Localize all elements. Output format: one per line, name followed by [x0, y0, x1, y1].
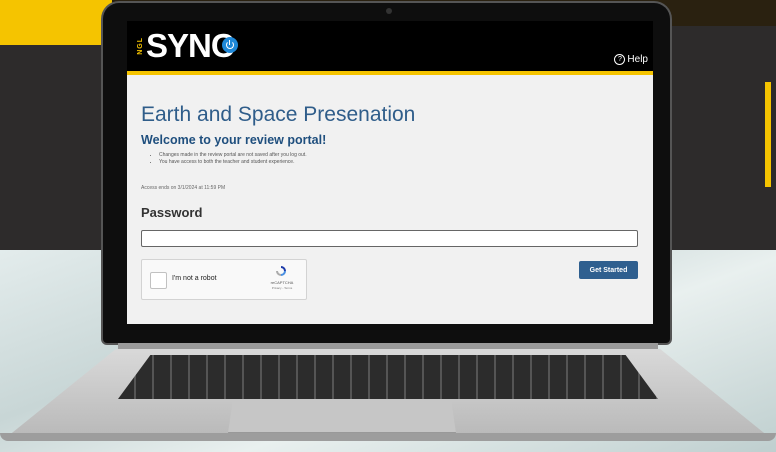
logo-prefix: NGL	[137, 37, 144, 55]
page-title: Earth and Space Presenation	[141, 103, 416, 126]
power-icon	[221, 36, 238, 53]
recaptcha-widget: I'm not a robot reCAPTCHA Privacy - Term…	[141, 259, 307, 300]
recaptcha-logo-icon	[276, 266, 286, 276]
logo-text: SYNC	[146, 27, 235, 64]
info-list-item: You have access to both the teacher and …	[159, 159, 307, 166]
webcam	[386, 8, 392, 14]
app-header: NGL SYNC ? Help	[127, 21, 653, 75]
background-yellow-bar	[765, 82, 771, 187]
info-list-item: Changes made in the review portal are no…	[159, 152, 307, 159]
recaptcha-checkbox[interactable]	[150, 272, 167, 289]
recaptcha-label: I'm not a robot	[172, 275, 217, 282]
help-label: Help	[627, 54, 648, 65]
laptop-screen: NGL SYNC ? Help Earth and Space Presenat…	[127, 21, 653, 324]
laptop-base-edge	[0, 433, 776, 441]
question-circle-icon: ?	[614, 54, 626, 65]
recaptcha-brand: reCAPTCHA	[270, 280, 294, 285]
access-note: Access ends on 3/1/2024 at 11:59 PM	[141, 185, 226, 191]
get-started-button[interactable]: Get Started	[579, 261, 638, 279]
background-yellow-block	[0, 0, 112, 45]
recaptcha-terms-link[interactable]: Privacy - Terms	[260, 286, 304, 290]
ngl-sync-logo[interactable]: NGL SYNC	[137, 29, 238, 63]
laptop-trackpad	[228, 402, 456, 433]
help-link[interactable]: ? Help	[614, 54, 648, 65]
password-input[interactable]	[141, 230, 638, 247]
password-label: Password	[141, 205, 203, 220]
laptop-keyboard	[118, 355, 658, 399]
info-list: Changes made in the review portal are no…	[149, 152, 307, 166]
welcome-heading: Welcome to your review portal!	[141, 133, 327, 147]
